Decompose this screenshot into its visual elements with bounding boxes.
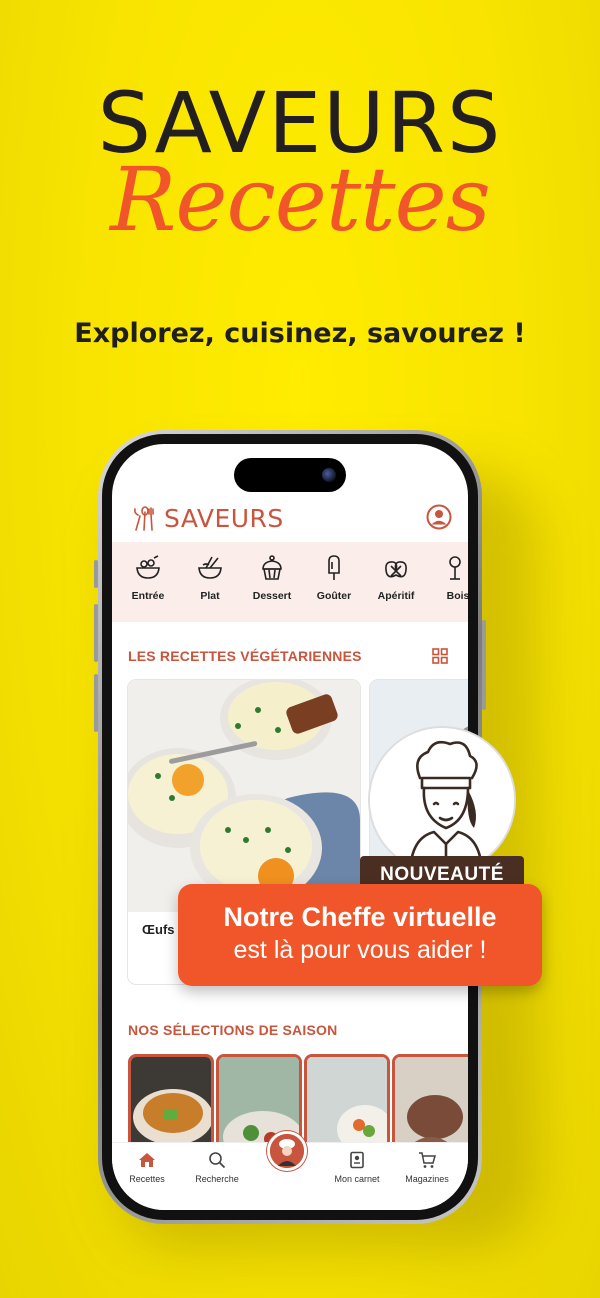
salad-bowl-icon (136, 555, 160, 579)
category-label: Goûter (316, 590, 352, 602)
pretzel-icon (385, 561, 407, 578)
tab-mon-carnet[interactable]: Mon carnet (322, 1151, 392, 1184)
notebook-icon (350, 1151, 364, 1169)
chef-woman-icon (370, 728, 514, 872)
app-header: SAVEURS (112, 500, 468, 540)
cupcake-icon (262, 555, 282, 580)
promo-subline: est là pour vous aider ! (233, 936, 487, 964)
category-aperitif[interactable]: Apéritif (366, 554, 426, 602)
recipe-card-title: Œufs (142, 922, 175, 937)
tagline: Explorez, cuisinez, savourez ! (74, 318, 526, 349)
ice-pop-icon (328, 555, 340, 580)
section-title-season: NOS SÉLECTIONS DE SAISON (128, 1022, 338, 1038)
search-icon (209, 1152, 226, 1169)
home-icon (139, 1153, 155, 1167)
category-bar: Entrée Plat Dessert Goûter Apéritif Bois (112, 542, 468, 622)
chef-icon (270, 1134, 304, 1168)
category-entree[interactable]: Entrée (118, 554, 178, 602)
section-title-vegetarian: LES RECETTES VÉGÉTARIENNES (128, 648, 362, 664)
tab-label: Recettes (129, 1174, 165, 1184)
tab-chef-assistant[interactable] (267, 1131, 307, 1171)
category-dessert[interactable]: Dessert (242, 554, 302, 602)
app-logo: SAVEURS (164, 504, 284, 533)
promo-callout[interactable]: Notre Cheffe virtuelle est là pour vous … (178, 884, 542, 986)
cart-icon (419, 1152, 436, 1168)
utensils-logo-icon (134, 506, 154, 531)
bottom-tab-bar: Recettes Recherche Mon carnet Magazines (112, 1131, 468, 1210)
category-label: Dessert (252, 590, 292, 602)
phone-power-button (482, 620, 486, 710)
category-label: Plat (200, 590, 220, 602)
promo-headline: Notre Cheffe virtuelle (223, 902, 497, 932)
tab-recettes[interactable]: Recettes (112, 1151, 182, 1184)
tab-label: Recherche (195, 1174, 239, 1184)
grid-view-icon[interactable] (432, 648, 448, 664)
category-gouter[interactable]: Goûter (304, 554, 364, 602)
category-label: Entrée (131, 590, 165, 602)
noodle-bowl-icon (198, 556, 222, 579)
tab-magazines[interactable]: Magazines (392, 1151, 462, 1184)
tab-label: Mon carnet (334, 1174, 380, 1184)
category-label: Apéritif (377, 590, 415, 602)
category-label: Bois (446, 590, 468, 602)
brand-subtitle: Recettes (110, 148, 491, 251)
user-profile-icon[interactable] (426, 504, 452, 530)
virtual-chef-avatar (368, 726, 516, 874)
category-boissons[interactable]: Bois (428, 554, 468, 602)
recipe-photo-eggs (128, 680, 360, 912)
drink-icon (449, 556, 461, 580)
tab-recherche[interactable]: Recherche (182, 1151, 252, 1184)
brand-logo: SAVEURS Recettes (0, 78, 600, 251)
dynamic-island (234, 458, 346, 492)
category-plat[interactable]: Plat (180, 554, 240, 602)
tab-label: Magazines (405, 1174, 449, 1184)
